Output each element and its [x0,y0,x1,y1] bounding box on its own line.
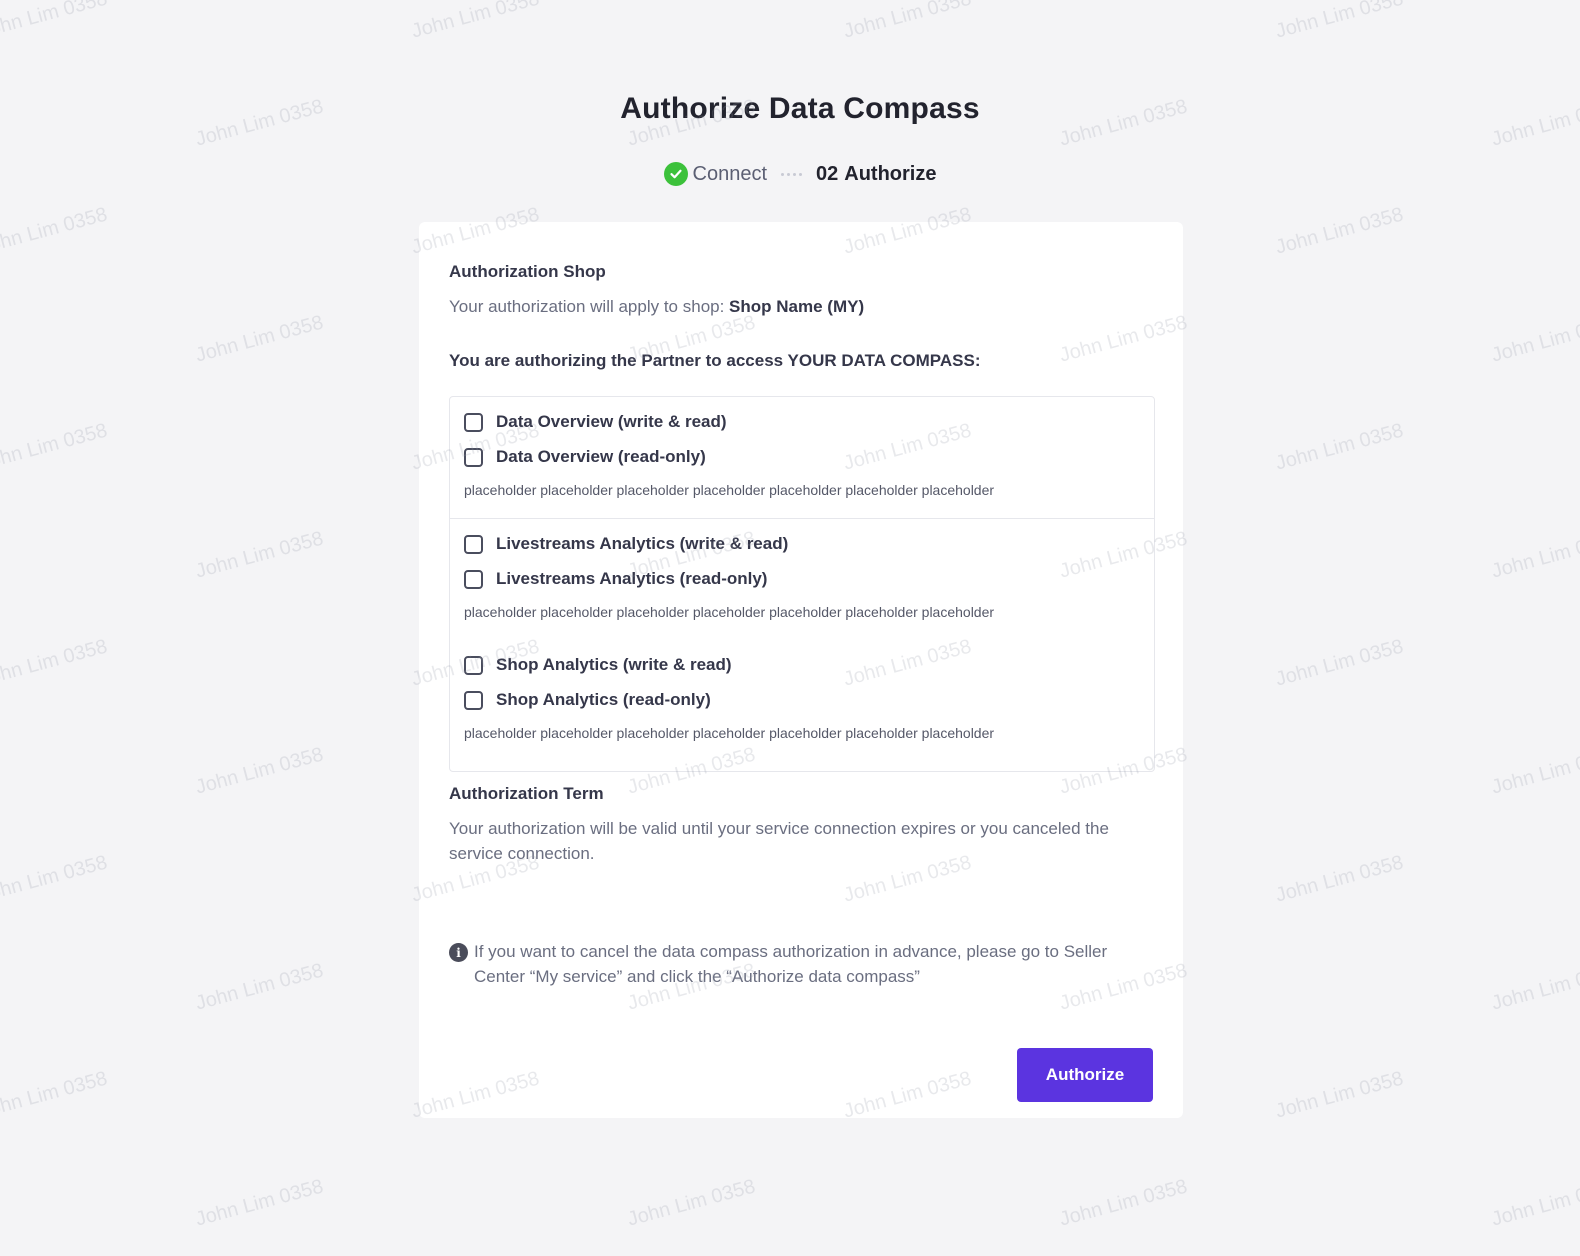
watermark-text: John Lim 0358 [841,0,974,43]
info-icon: i [449,943,468,962]
stepper: Connect 02 Authorize [0,162,1580,186]
option-label: Data Overview (write & read) [496,412,727,431]
permission-description: placeholder placeholder placeholder plac… [464,725,995,741]
page-title: Authorize Data Compass [620,92,980,125]
checkbox[interactable] [464,569,483,589]
access-heading: You are authorizing the Partner to acces… [449,351,981,370]
watermark-text: John Lim 0358 [193,743,326,799]
watermark-text: John Lim 0358 [1489,1175,1580,1231]
authorization-shop-heading: Authorization Shop [449,262,606,281]
watermark-text: John Lim 0358 [193,311,326,367]
option-shop-analytics-write-read[interactable]: Shop Analytics (write & read) [464,655,732,675]
watermark-text: John Lim 0358 [0,419,110,475]
watermark-text: John Lim 0358 [1273,635,1406,691]
watermark-text: John Lim 0358 [1273,1067,1406,1123]
step-authorize-number: 02 [816,162,839,185]
notice-line2: Center “My service” and click the “Autho… [474,967,920,986]
permissions-box: Data Overview (write & read) Data Overvi… [449,396,1155,772]
option-livestreams-analytics-write-read[interactable]: Livestreams Analytics (write & read) [464,534,788,554]
watermark-text: John Lim 0358 [625,1175,758,1231]
watermark-text: John Lim 0358 [0,851,110,907]
watermark-text: John Lim 0358 [0,635,110,691]
watermark-text: John Lim 0358 [1273,851,1406,907]
cancel-notice: i If you want to cancel the data compass… [449,939,1149,989]
watermark-text: John Lim 0358 [1489,959,1580,1015]
authorize-button[interactable]: Authorize [1017,1048,1153,1102]
authorization-shop-text: Your authorization will apply to shop: S… [449,294,864,319]
option-data-overview-write-read[interactable]: Data Overview (write & read) [464,412,727,432]
step-authorize-label: Authorize [844,162,937,185]
checkbox[interactable] [464,690,483,710]
option-label: Shop Analytics (write & read) [496,655,732,674]
shop-name: Shop Name (MY) [729,297,865,316]
option-label: Livestreams Analytics (read-only) [496,569,768,588]
checkbox[interactable] [464,447,483,467]
step-authorize: 02 Authorize [816,163,936,186]
notice-text: If you want to cancel the data compass a… [474,939,1107,989]
authorization-term-text: Your authorization will be valid until y… [449,816,1149,866]
authorization-shop-prefix: Your authorization will apply to shop: [449,297,730,316]
watermark-text: John Lim 0358 [1273,419,1406,475]
step-connect-label: Connect [692,162,768,185]
option-label: Data Overview (read-only) [496,447,706,466]
notice-line1: If you want to cancel the data compass a… [474,942,1108,961]
option-label: Livestreams Analytics (write & read) [496,534,789,553]
watermark-text: John Lim 0358 [193,1175,326,1231]
watermark-text: John Lim 0358 [1057,1175,1190,1231]
permission-description: placeholder placeholder placeholder plac… [464,482,995,498]
permission-description: placeholder placeholder placeholder plac… [464,604,995,620]
authorization-term-line2: service connection. [449,844,595,863]
option-label: Shop Analytics (read-only) [496,690,711,709]
checkbox[interactable] [464,412,483,432]
watermark-text: John Lim 0358 [193,527,326,583]
authorization-term-heading: Authorization Term [449,784,604,803]
checkbox[interactable] [464,655,483,675]
option-data-overview-read-only[interactable]: Data Overview (read-only) [464,447,706,467]
checkbox[interactable] [464,534,483,554]
watermark-text: John Lim 0358 [1273,203,1406,259]
watermark-text: John Lim 0358 [193,959,326,1015]
watermark-text: John Lim 0358 [1489,743,1580,799]
authorization-term-line1: Your authorization will be valid until y… [449,819,1109,838]
watermark-text: John Lim 0358 [1489,527,1580,583]
watermark-text: John Lim 0358 [0,1067,110,1123]
authorization-card: Authorization Shop Your authorization wi… [419,222,1183,1118]
permission-group-livestreams-analytics: Livestreams Analytics (write & read) Liv… [450,518,1154,641]
option-shop-analytics-read-only[interactable]: Shop Analytics (read-only) [464,690,711,710]
step-connector [781,172,803,176]
watermark-text: John Lim 0358 [409,0,542,43]
check-circle-icon [663,162,688,186]
option-livestreams-analytics-read-only[interactable]: Livestreams Analytics (read-only) [464,569,767,589]
watermark-text: John Lim 0358 [1489,311,1580,367]
watermark-text: John Lim 0358 [0,203,110,259]
watermark-text: John Lim 0358 [0,0,110,43]
watermark-text: John Lim 0358 [1273,0,1406,43]
step-connect: Connect [663,162,768,186]
permission-group-shop-analytics: Shop Analytics (write & read) Shop Analy… [450,640,1154,770]
permission-group-data-overview: Data Overview (write & read) Data Overvi… [450,397,1154,518]
